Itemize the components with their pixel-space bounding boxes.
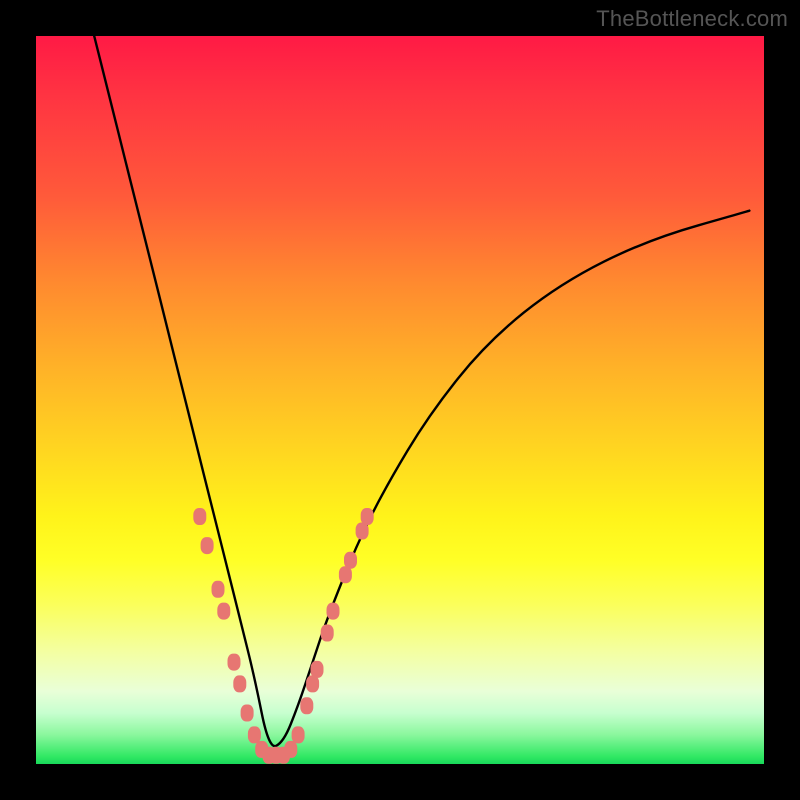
highlight-dot: [228, 654, 241, 671]
highlight-dot: [339, 566, 352, 583]
plot-area: [36, 36, 764, 764]
highlight-dot: [311, 661, 324, 678]
watermark-text: TheBottleneck.com: [596, 6, 788, 32]
chart-frame: TheBottleneck.com: [0, 0, 800, 800]
highlight-dot: [292, 726, 305, 743]
highlight-dot: [356, 523, 369, 540]
highlight-dot: [201, 537, 214, 554]
highlight-dot: [361, 508, 374, 525]
highlight-dot: [241, 705, 254, 722]
highlight-dots: [193, 508, 373, 764]
highlight-dot: [327, 603, 340, 620]
highlight-dot: [321, 625, 334, 642]
highlight-dot: [344, 552, 357, 569]
highlight-dot: [284, 741, 297, 758]
highlight-dot: [248, 726, 261, 743]
highlight-dot: [217, 603, 230, 620]
highlight-dot: [233, 675, 246, 692]
highlight-dot: [193, 508, 206, 525]
curve-layer: [36, 36, 764, 764]
highlight-dot: [212, 581, 225, 598]
highlight-dot: [306, 675, 319, 692]
highlight-dot: [300, 697, 313, 714]
bottleneck-curve: [94, 36, 749, 746]
